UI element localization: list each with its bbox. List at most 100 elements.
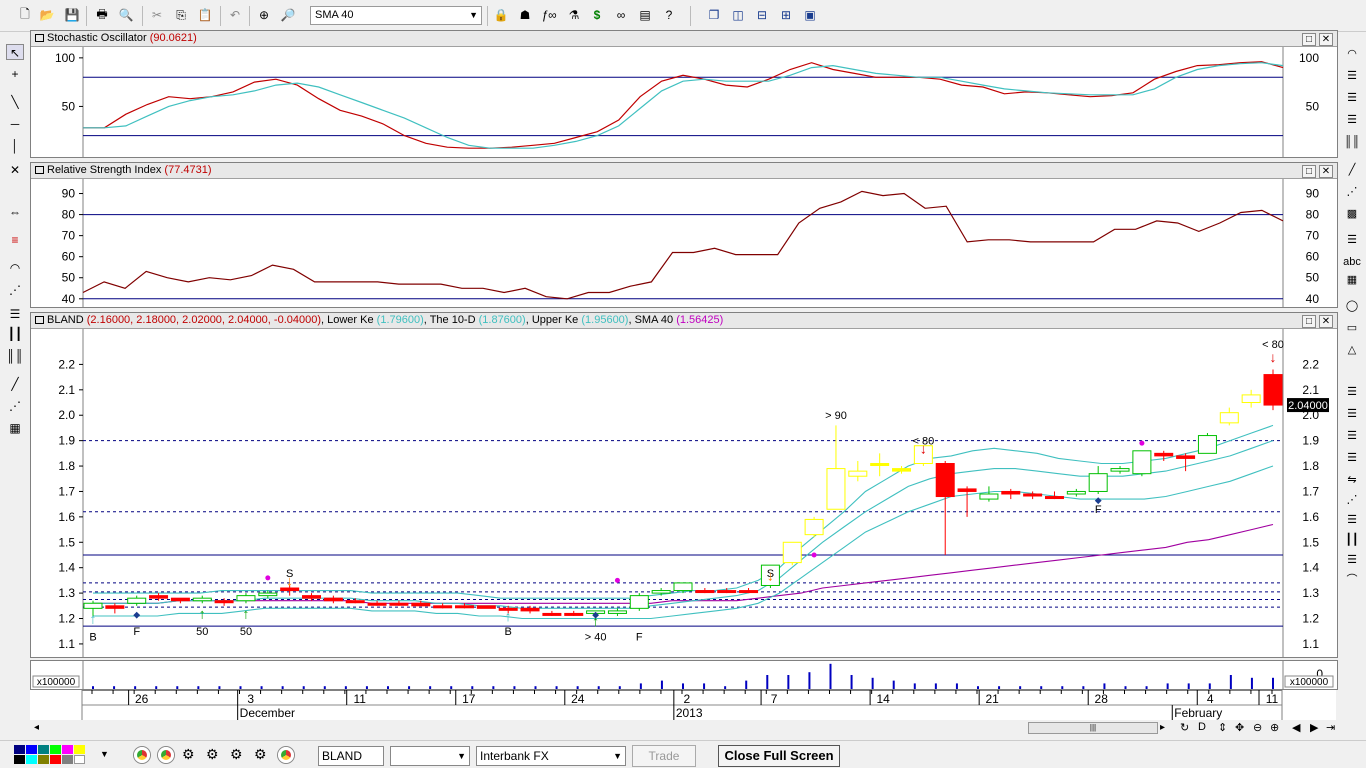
move-icon[interactable]: ✥ <box>1235 721 1244 734</box>
maximize-icon[interactable]: □ <box>1302 165 1316 178</box>
cycle-lines-icon[interactable]: ║║ <box>6 348 24 364</box>
fan-icon[interactable]: ⋰ <box>6 282 24 298</box>
pointer-icon[interactable]: ↖ <box>6 44 24 60</box>
zoom-out-icon[interactable]: ⊖ <box>1253 721 1262 734</box>
news-icon[interactable]: ▤ <box>636 5 654 25</box>
symbol-input[interactable]: BLAND <box>318 746 384 766</box>
color-swatch[interactable] <box>50 755 61 764</box>
cut-icon[interactable]: ✂ <box>148 5 166 25</box>
horizontal-line-icon[interactable]: ─ <box>6 116 24 132</box>
vertical-line-icon[interactable]: │ <box>6 138 24 154</box>
binoculars-icon[interactable]: ∞ <box>612 5 630 25</box>
fan-icon[interactable]: ⋰ <box>1342 492 1362 508</box>
color-swatch[interactable] <box>14 755 25 764</box>
end-icon[interactable]: ⇥ <box>1326 721 1335 734</box>
table-icon[interactable]: ▦ <box>1342 272 1362 288</box>
paste-icon[interactable]: 📋 <box>196 5 214 25</box>
triangle-icon[interactable]: △ <box>1342 342 1362 358</box>
zoom-icon[interactable]: 🔎 <box>279 5 297 25</box>
palette-dropdown-icon[interactable]: ▼ <box>100 749 109 759</box>
color-swatch[interactable] <box>74 755 85 764</box>
color-swatch[interactable] <box>38 755 49 764</box>
line-tool-icon[interactable]: ╱ <box>6 376 24 392</box>
lines-icon[interactable]: ☰ <box>1342 406 1362 422</box>
rsi-chart[interactable]: 90 90 80 80 70 70 60 60 50 50 40 40 <box>31 179 1337 307</box>
scroll-left-icon[interactable]: ◂ <box>34 722 39 733</box>
tile-vertical-icon[interactable]: ◫ <box>729 5 747 25</box>
help-icon[interactable]: ? <box>660 5 678 25</box>
bars-icon[interactable]: ┃┃ <box>1342 532 1362 548</box>
crosshair-icon[interactable]: ⊕ <box>255 5 273 25</box>
maximize-icon[interactable]: □ <box>1302 315 1316 328</box>
lines-icon[interactable]: ☰ <box>1342 68 1362 84</box>
channel-icon[interactable]: ⇔ <box>6 204 24 220</box>
tile-horizontal-icon[interactable]: ⊟ <box>753 5 771 25</box>
close-icon[interactable]: ✕ <box>1319 315 1333 328</box>
lines-icon[interactable]: ☰ <box>1342 450 1362 466</box>
vertical-zoom-icon[interactable]: ⇕ <box>1218 721 1227 734</box>
save-icon[interactable]: 💾 <box>63 5 81 25</box>
lines-icon[interactable]: ☰ <box>1342 90 1362 106</box>
fibonacci-icon[interactable]: ☰ <box>1342 512 1362 528</box>
alert-icon[interactable]: 🔒 <box>492 5 510 25</box>
text-tool-icon[interactable]: abc <box>1342 254 1362 270</box>
rectangle-icon[interactable]: ▭ <box>1342 320 1362 336</box>
lines-icon[interactable]: ☰ <box>1342 384 1362 400</box>
bars-icon[interactable]: ║║ <box>1342 134 1362 150</box>
fibonacci-arc-icon[interactable]: ◠ <box>6 260 24 276</box>
period-d-button[interactable]: D <box>1198 721 1206 733</box>
color-swatch[interactable] <box>38 745 49 754</box>
color-swatch[interactable] <box>74 745 85 754</box>
zoom-in-icon[interactable]: ⊕ <box>1270 721 1279 734</box>
chrome-icon[interactable] <box>158 747 174 763</box>
close-icon[interactable]: ✕ <box>1319 165 1333 178</box>
trade-button[interactable]: Trade <box>632 745 696 767</box>
channel-icon[interactable]: ⇋ <box>1342 472 1362 488</box>
scroll-thumb[interactable]: ||| <box>1028 722 1158 734</box>
layout-icon[interactable]: ▣ <box>801 5 819 25</box>
robot-icon[interactable]: ⚙ <box>230 746 243 763</box>
fibonacci-retracement-icon[interactable]: ☰ <box>6 306 24 322</box>
robot-icon[interactable]: ⚙ <box>206 746 219 763</box>
grid-icon[interactable]: ⊞ <box>777 5 795 25</box>
trendline-icon[interactable]: ╲ <box>6 94 24 110</box>
lines-icon[interactable]: ☰ <box>1342 428 1362 444</box>
gann-fan-icon[interactable]: ⋰ <box>6 398 24 414</box>
expert-icon[interactable]: ☗ <box>516 5 534 25</box>
color-swatch[interactable] <box>50 745 61 754</box>
open-folder-icon[interactable]: 📂 <box>38 5 56 25</box>
color-swatch[interactable] <box>62 755 73 764</box>
robot-icon[interactable]: ⚙ <box>254 746 267 763</box>
scanner-icon[interactable]: ⚗ <box>565 5 583 25</box>
color-swatch[interactable] <box>26 745 37 754</box>
color-palette[interactable] <box>14 745 85 764</box>
volume-chart[interactable]: x1000000x100000 <box>31 661 1337 689</box>
color-swatch[interactable] <box>62 745 73 754</box>
robot-icon[interactable]: ⚙ <box>182 746 195 763</box>
fibonacci-timezone-icon[interactable]: ┃┃ <box>6 326 24 342</box>
timeframe-select[interactable]: ▼ <box>390 746 470 766</box>
close-full-screen-button[interactable]: Close Full Screen <box>718 745 840 767</box>
previous-icon[interactable]: ◀ <box>1292 721 1300 734</box>
gann-icon[interactable]: ☰ <box>1342 232 1362 248</box>
scroll-right-icon[interactable]: ▸ <box>1160 722 1165 733</box>
stochastic-chart[interactable]: 100 100 50 50 <box>31 47 1337 157</box>
refresh-icon[interactable]: ↻ <box>1180 721 1189 734</box>
print-preview-icon[interactable]: 🔍 <box>117 5 135 25</box>
color-swatch[interactable] <box>26 755 37 764</box>
close-icon[interactable]: ✕ <box>1319 33 1333 46</box>
crosshair-tool-icon[interactable]: + <box>6 66 24 82</box>
next-icon[interactable]: ▶ <box>1310 721 1318 734</box>
grid-pattern-icon[interactable]: ▩ <box>1342 206 1362 222</box>
print-icon[interactable]: 🖶 <box>93 5 111 25</box>
new-file-icon[interactable]: 🗋 <box>16 5 34 25</box>
copy-icon[interactable]: ⎘ <box>172 5 190 25</box>
fan-icon[interactable]: ⋰ <box>1342 184 1362 200</box>
line-tool-icon[interactable]: ╱ <box>1342 162 1362 178</box>
ellipse-icon[interactable]: ◯ <box>1342 298 1362 314</box>
cascade-icon[interactable]: ❐ <box>705 5 723 25</box>
broker-select[interactable]: Interbank FX ▼ <box>476 746 626 766</box>
chrome-icon[interactable] <box>134 747 150 763</box>
arc-icon[interactable]: ◠ <box>1342 46 1362 62</box>
chrome-icon[interactable] <box>278 747 294 763</box>
